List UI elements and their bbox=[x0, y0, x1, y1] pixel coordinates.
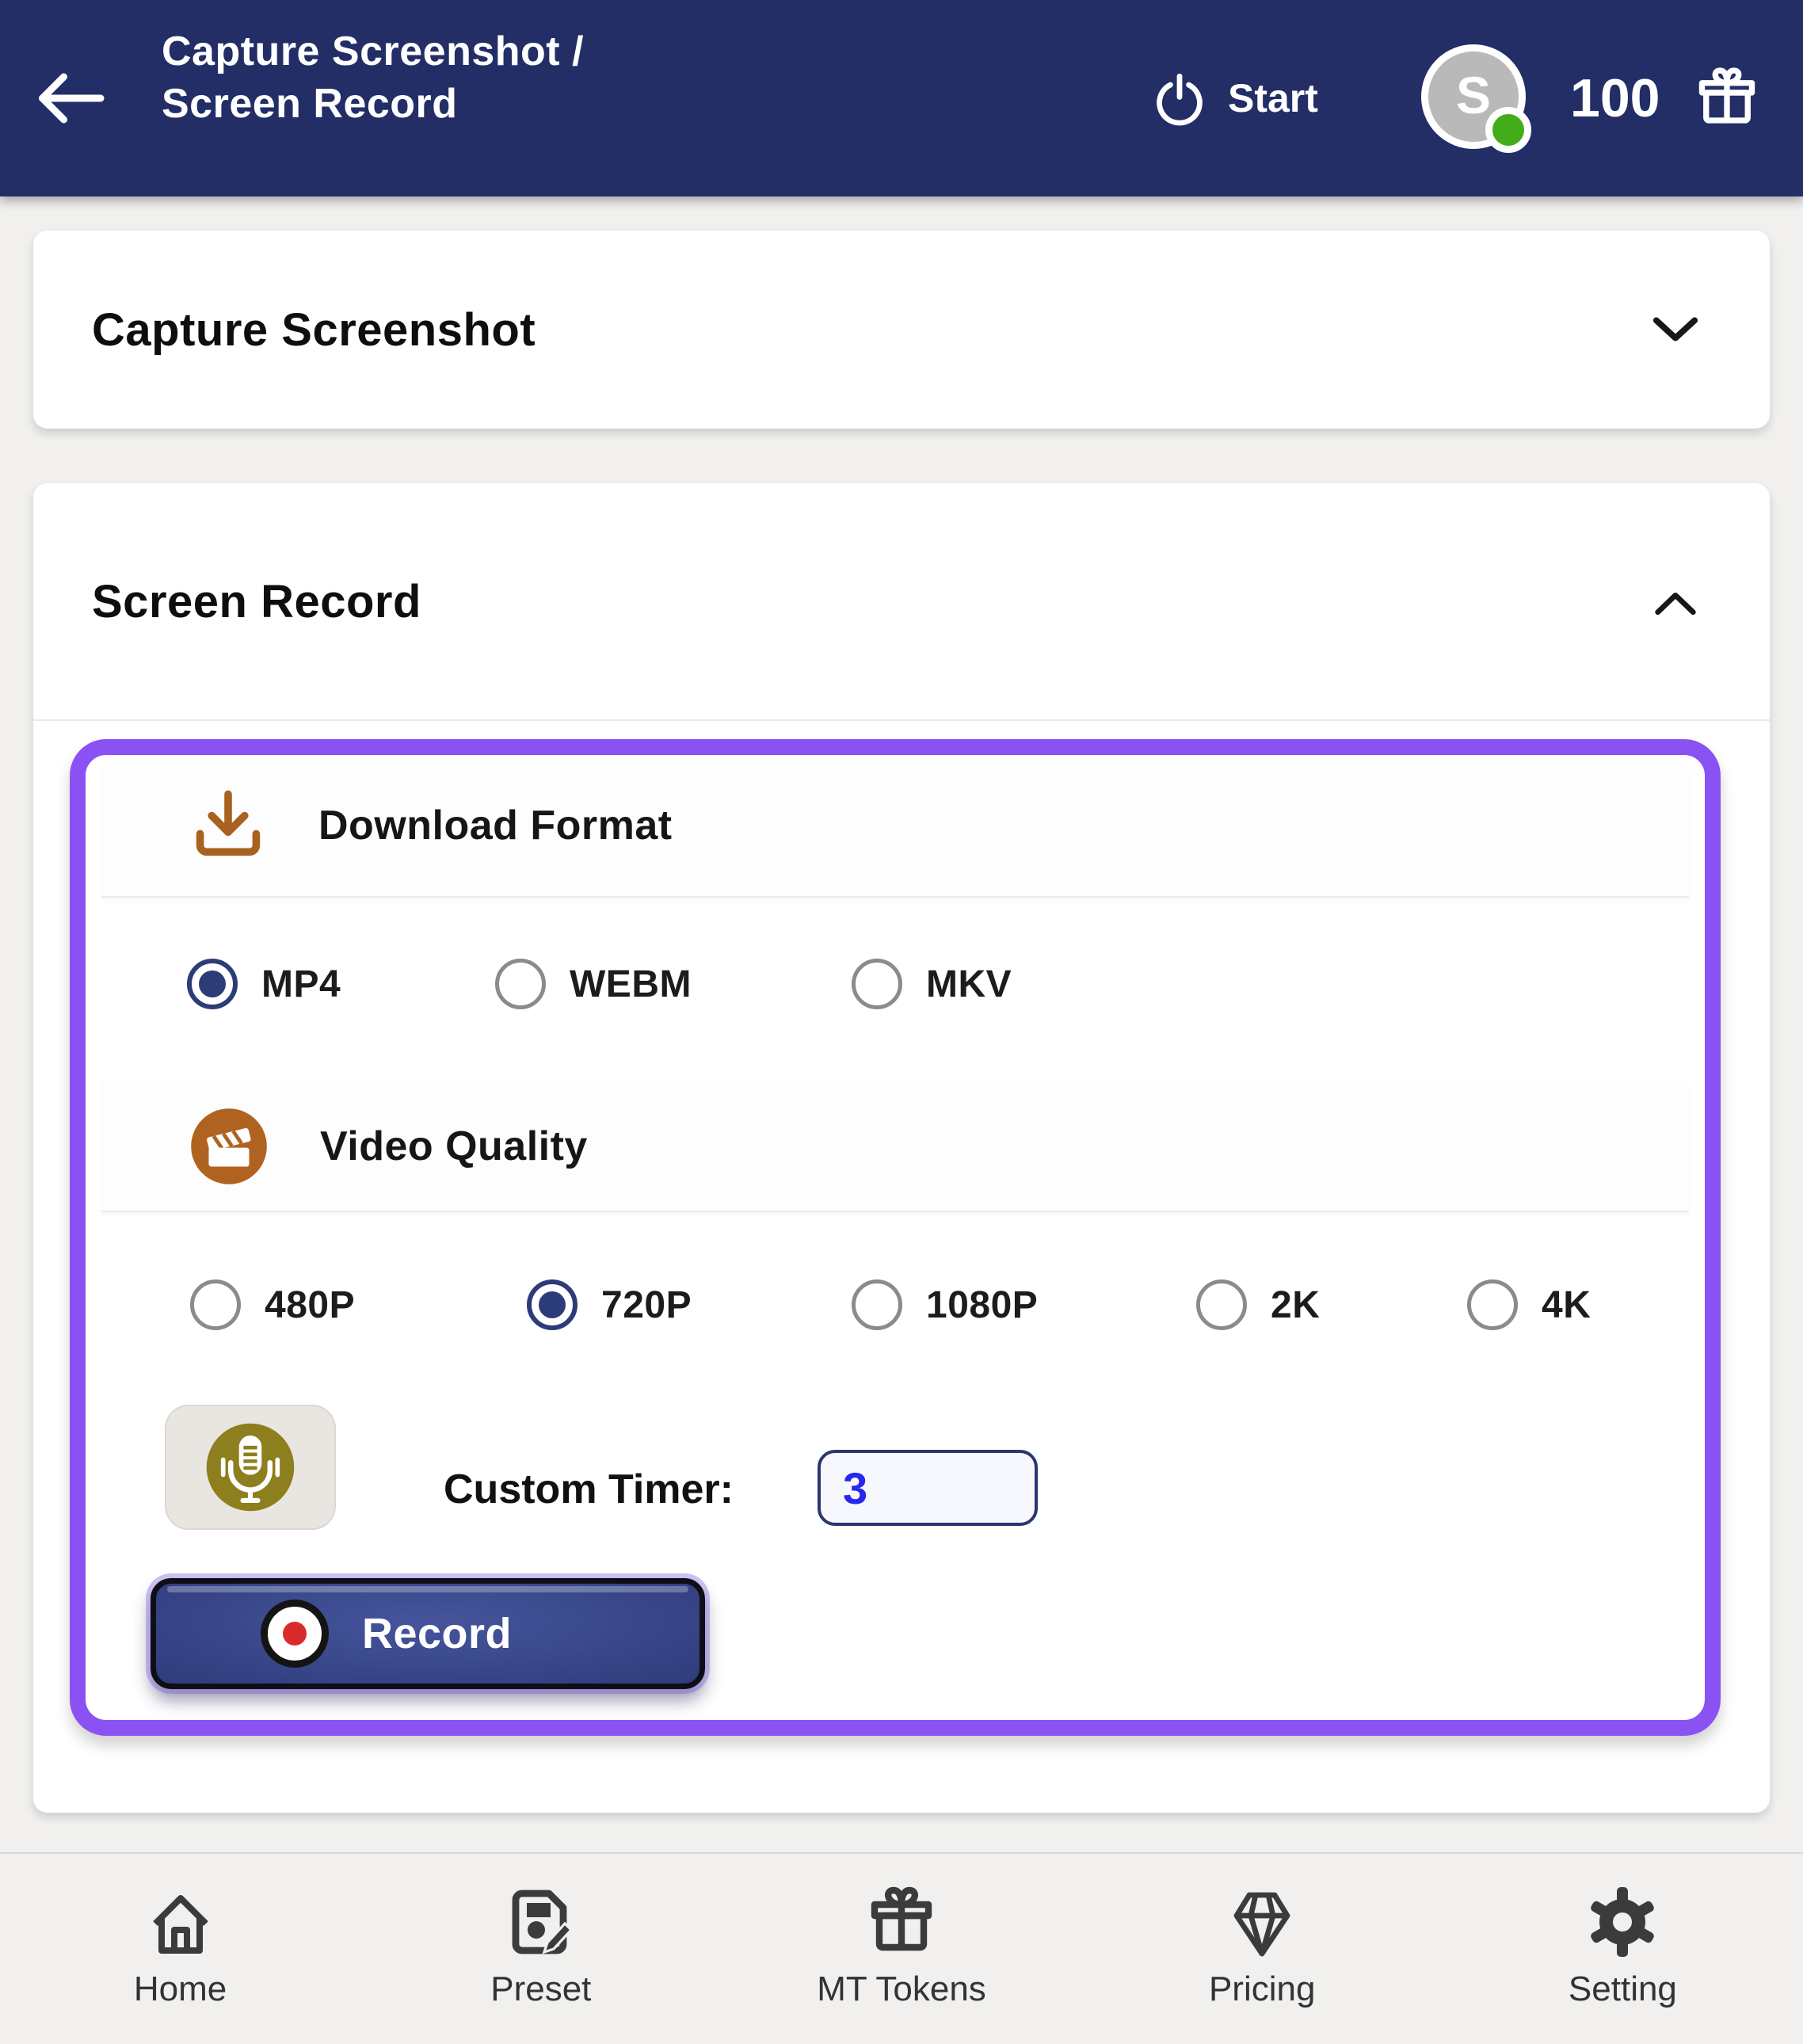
nav-label-mt-tokens: MT Tokens bbox=[817, 1970, 986, 2009]
format-option-webm[interactable]: WEBM bbox=[495, 956, 692, 1012]
app-header: Capture Screenshot / Screen Record Start… bbox=[0, 0, 1803, 196]
custom-timer-input[interactable] bbox=[818, 1450, 1038, 1526]
radio-2k[interactable] bbox=[1196, 1279, 1247, 1330]
radio-mkv[interactable] bbox=[852, 959, 902, 1009]
app-root: Capture Screenshot / Screen Record Start… bbox=[0, 0, 1803, 2044]
home-icon bbox=[143, 1884, 219, 1960]
radio-1080p[interactable] bbox=[852, 1279, 902, 1330]
back-arrow-icon bbox=[30, 70, 109, 127]
token-count: 100 bbox=[1570, 0, 1660, 196]
back-button[interactable] bbox=[30, 70, 109, 127]
quality-label-1080p: 1080P bbox=[926, 1283, 1038, 1327]
record-dot-icon bbox=[261, 1600, 329, 1668]
chevron-up-icon bbox=[1651, 588, 1700, 620]
format-label-webm: WEBM bbox=[570, 963, 692, 1006]
radio-720p[interactable] bbox=[527, 1279, 577, 1330]
download-icon bbox=[189, 786, 268, 865]
custom-timer-label: Custom Timer: bbox=[444, 1466, 734, 1513]
capture-screenshot-section[interactable]: Capture Screenshot bbox=[33, 231, 1770, 429]
nav-label-setting: Setting bbox=[1569, 1970, 1677, 2009]
quality-option-720p[interactable]: 720P bbox=[527, 1277, 692, 1333]
format-option-mkv[interactable]: MKV bbox=[852, 956, 1012, 1012]
screen-record-header[interactable]: Screen Record bbox=[33, 483, 1770, 721]
microphone-icon bbox=[202, 1419, 299, 1516]
nav-label-pricing: Pricing bbox=[1209, 1970, 1316, 2009]
quality-label-480p: 480P bbox=[265, 1283, 355, 1327]
microphone-toggle-button[interactable] bbox=[165, 1405, 336, 1530]
start-button[interactable]: Start bbox=[1150, 0, 1318, 196]
bottom-nav: Home Preset MT Tokens bbox=[0, 1852, 1803, 2044]
nav-label-home: Home bbox=[134, 1970, 227, 2009]
format-label-mkv: MKV bbox=[926, 963, 1012, 1006]
gift-icon bbox=[1694, 65, 1760, 132]
video-quality-title: Video Quality bbox=[320, 1123, 588, 1170]
rewards-button[interactable] bbox=[1694, 65, 1760, 132]
nav-label-preset: Preset bbox=[490, 1970, 591, 2009]
nav-item-setting[interactable]: Setting bbox=[1443, 1854, 1803, 2044]
nav-item-home[interactable]: Home bbox=[0, 1854, 360, 2044]
nav-item-pricing[interactable]: Pricing bbox=[1082, 1854, 1443, 2044]
screen-record-section: Screen Record Download Format MP4 bbox=[33, 483, 1770, 1813]
start-button-label: Start bbox=[1228, 75, 1318, 121]
screen-record-title: Screen Record bbox=[92, 575, 421, 628]
online-status-dot bbox=[1485, 107, 1531, 153]
format-label-mp4: MP4 bbox=[261, 963, 341, 1006]
gear-icon bbox=[1584, 1884, 1660, 1960]
capture-screenshot-title: Capture Screenshot bbox=[92, 303, 536, 357]
page-title-line2: Screen Record bbox=[162, 78, 584, 130]
page-title: Capture Screenshot / Screen Record bbox=[162, 25, 584, 130]
radio-webm[interactable] bbox=[495, 959, 546, 1009]
radio-4k[interactable] bbox=[1467, 1279, 1518, 1330]
gift-icon bbox=[863, 1884, 940, 1960]
quality-option-2k[interactable]: 2K bbox=[1196, 1277, 1320, 1333]
power-icon bbox=[1150, 69, 1209, 128]
quality-option-4k[interactable]: 4K bbox=[1467, 1277, 1591, 1333]
chevron-down-icon bbox=[1651, 314, 1700, 345]
avatar[interactable]: S bbox=[1421, 44, 1526, 149]
nav-item-mt-tokens[interactable]: MT Tokens bbox=[721, 1854, 1081, 2044]
quality-option-480p[interactable]: 480P bbox=[190, 1277, 355, 1333]
format-option-mp4[interactable]: MP4 bbox=[187, 956, 341, 1012]
quality-label-2k: 2K bbox=[1271, 1283, 1320, 1327]
diamond-icon bbox=[1224, 1884, 1300, 1960]
nav-item-preset[interactable]: Preset bbox=[360, 1854, 721, 2044]
radio-mp4[interactable] bbox=[187, 959, 238, 1009]
avatar-initial: S bbox=[1456, 65, 1491, 125]
quality-label-720p: 720P bbox=[601, 1283, 692, 1327]
download-format-title: Download Format bbox=[318, 802, 673, 849]
record-button[interactable]: Record bbox=[151, 1578, 705, 1689]
preset-icon bbox=[503, 1884, 579, 1960]
page-title-line1: Capture Screenshot / bbox=[162, 25, 584, 78]
quality-option-1080p[interactable]: 1080P bbox=[852, 1277, 1038, 1333]
clapperboard-icon bbox=[189, 1106, 269, 1187]
record-button-label: Record bbox=[362, 1609, 512, 1658]
video-quality-header: Video Quality bbox=[101, 1081, 1689, 1212]
download-format-header: Download Format bbox=[101, 755, 1689, 898]
highlight-box: Download Format MP4 WEBM MKV bbox=[70, 739, 1721, 1736]
quality-label-4k: 4K bbox=[1542, 1283, 1591, 1327]
radio-480p[interactable] bbox=[190, 1279, 241, 1330]
